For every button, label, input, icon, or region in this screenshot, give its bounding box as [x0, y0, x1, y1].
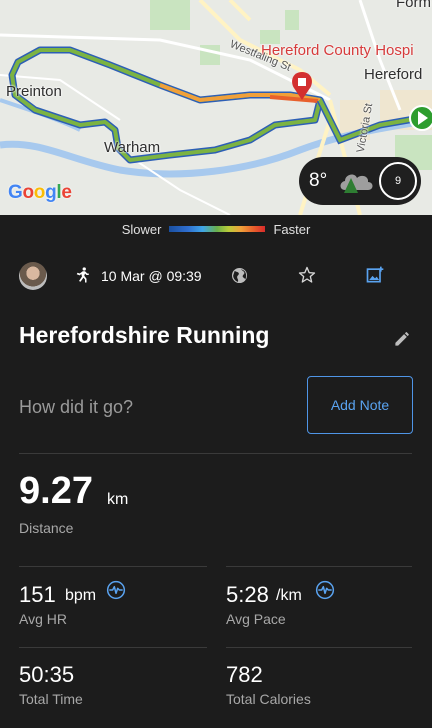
- total-calories-value: 782: [226, 662, 263, 687]
- map-label-hereford: Hereford: [364, 66, 423, 83]
- edit-pencil-icon[interactable]: [393, 329, 412, 348]
- total-time-value: 50:35: [19, 662, 75, 687]
- divider: [19, 453, 412, 454]
- distance-value: 9.27: [19, 470, 93, 512]
- pace-gradient-bar: [169, 226, 266, 232]
- avg-hr-value: 151: [19, 582, 56, 607]
- avg-hr-label: Avg HR: [19, 611, 67, 627]
- distance-label: Distance: [19, 520, 74, 536]
- map-label-preinton: Preinton: [6, 83, 62, 100]
- map-label-warham: Warham: [104, 139, 161, 156]
- avg-pace-unit: /km: [276, 587, 302, 604]
- distance-unit: km: [107, 491, 129, 508]
- total-time-label: Total Time: [19, 691, 83, 707]
- total-calories-label: Total Calories: [226, 691, 311, 707]
- note-prompt: How did it go?: [19, 397, 134, 417]
- google-attribution: Google: [8, 182, 72, 203]
- divider: [19, 647, 207, 648]
- weather-widget[interactable]: 8° 9: [299, 157, 421, 205]
- heart-rate-chart-icon[interactable]: [106, 580, 126, 600]
- pace-chart-icon[interactable]: [315, 580, 335, 600]
- cloud-icon: [340, 174, 373, 193]
- activity-meta-row: 10 Mar @ 09:39: [0, 257, 432, 297]
- wind-indicator: 9: [379, 162, 417, 200]
- weather-temperature: 8°: [309, 170, 328, 191]
- avatar[interactable]: [19, 262, 47, 290]
- legend-faster: Faster: [273, 221, 311, 237]
- divider: [226, 647, 412, 648]
- add-photo-icon[interactable]: [365, 265, 385, 285]
- activity-date: 10 Mar @ 09:39: [101, 268, 202, 284]
- avg-hr-unit: bpm: [65, 587, 97, 604]
- divider: [226, 566, 412, 567]
- legend-slower: Slower: [121, 221, 162, 237]
- avg-pace-value: 5:28: [226, 582, 269, 607]
- favorite-star-icon[interactable]: [297, 265, 317, 285]
- add-note-button[interactable]: Add Note: [307, 376, 413, 434]
- activity-title: Herefordshire Running: [19, 322, 270, 348]
- divider: [19, 566, 207, 567]
- running-icon: [76, 267, 89, 283]
- pace-legend: Slower Faster: [0, 215, 432, 243]
- route-map[interactable]: Preinton Warham Hereford Hereford County…: [0, 0, 432, 215]
- globe-icon[interactable]: [230, 266, 249, 285]
- map-label-hospital: Hereford County Hospi: [261, 42, 414, 59]
- map-label-form: Form: [396, 0, 431, 11]
- avg-pace-label: Avg Pace: [226, 611, 286, 627]
- wind-speed: 9: [394, 175, 402, 187]
